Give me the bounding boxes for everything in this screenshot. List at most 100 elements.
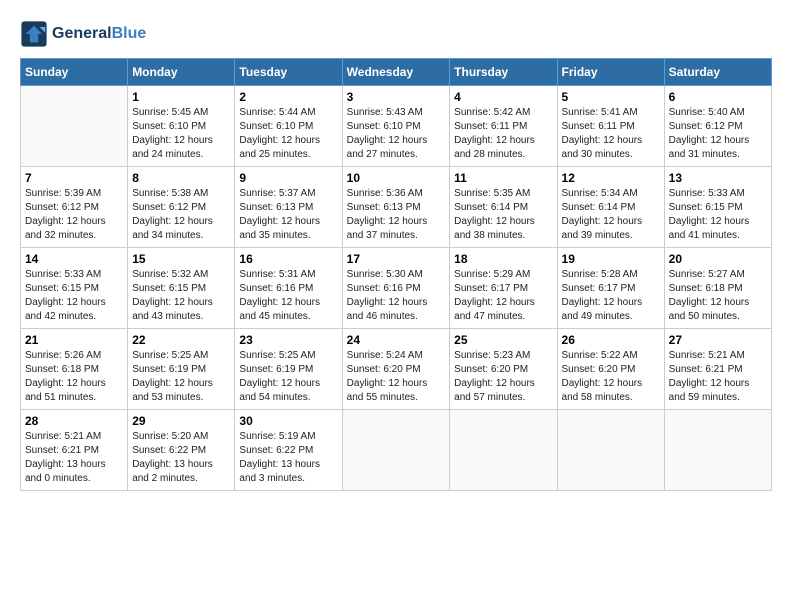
day-number: 10 — [347, 171, 446, 185]
day-info: Sunrise: 5:36 AMSunset: 6:13 PMDaylight:… — [347, 187, 446, 243]
day-cell: 9Sunrise: 5:37 AMSunset: 6:13 PMDaylight… — [235, 167, 342, 248]
day-number: 25 — [454, 333, 552, 347]
day-info: Sunrise: 5:33 AMSunset: 6:15 PMDaylight:… — [25, 268, 123, 324]
day-cell: 10 Sunrise: 5:36 AMSunset: 6:13 PMDayligh… — [342, 167, 450, 248]
day-cell: 2 Sunrise: 5:44 AMSunset: 6:10 PMDaylight… — [235, 86, 342, 167]
day-number: 18 — [454, 252, 552, 266]
day-number: 29 — [132, 414, 230, 428]
day-number: 1 — [132, 90, 230, 104]
header-friday: Friday — [557, 59, 664, 86]
day-info: Sunrise: 5:34 AMSunset: 6:14 PMDaylight:… — [562, 187, 660, 243]
day-cell: 3 Sunrise: 5:43 AMSunset: 6:10 PMDaylight… — [342, 86, 450, 167]
day-info: Sunrise: 5:44 AMSunset: 6:10 PMDaylight:… — [239, 106, 337, 162]
day-number: 28 — [25, 414, 123, 428]
day-number: 15 — [132, 252, 230, 266]
day-cell: 4 Sunrise: 5:42 AMSunset: 6:11 PMDaylight… — [450, 86, 557, 167]
day-number: 21 — [25, 333, 123, 347]
day-number: 12 — [562, 171, 660, 185]
day-info: Sunrise: 5:21 AMSunset: 6:21 PMDaylight:… — [25, 430, 123, 486]
header-saturday: Saturday — [664, 59, 771, 86]
day-info: Sunrise: 5:43 AMSunset: 6:10 PMDaylight:… — [347, 106, 446, 162]
day-cell: 23 Sunrise: 5:25 AMSunset: 6:19 PMDayligh… — [235, 329, 342, 410]
day-cell: 27 Sunrise: 5:21 AMSunset: 6:21 PMDayligh… — [664, 329, 771, 410]
day-info: Sunrise: 5:35 AMSunset: 6:14 PMDaylight:… — [454, 187, 552, 243]
day-cell: 17 Sunrise: 5:30 AMSunset: 6:16 PMDayligh… — [342, 248, 450, 329]
day-cell: 12 Sunrise: 5:34 AMSunset: 6:14 PMDayligh… — [557, 167, 664, 248]
day-info: Sunrise: 5:40 AMSunset: 6:12 PMDaylight:… — [669, 106, 767, 162]
day-number: 23 — [239, 333, 337, 347]
day-number: 20 — [669, 252, 767, 266]
day-info: Sunrise: 5:42 AMSunset: 6:11 PMDaylight:… — [454, 106, 552, 162]
week-row-5: 28 Sunrise: 5:21 AMSunset: 6:21 PMDayligh… — [21, 410, 772, 491]
day-number: 13 — [669, 171, 767, 185]
logo-text: GeneralBlue — [52, 25, 146, 43]
logo: GeneralBlue — [20, 20, 146, 48]
day-number: 7 — [25, 171, 123, 185]
day-number: 26 — [562, 333, 660, 347]
day-info: Sunrise: 5:21 AMSunset: 6:21 PMDaylight:… — [669, 349, 767, 405]
day-info: Sunrise: 5:32 AMSunset: 6:15 PMDaylight:… — [132, 268, 230, 324]
day-info: Sunrise: 5:31 AMSunset: 6:16 PMDaylight:… — [239, 268, 337, 324]
logo-icon — [20, 20, 48, 48]
day-number: 5 — [562, 90, 660, 104]
day-cell: 15 Sunrise: 5:32 AMSunset: 6:15 PMDayligh… — [128, 248, 235, 329]
day-number: 30 — [239, 414, 337, 428]
day-cell: 20 Sunrise: 5:27 AMSunset: 6:18 PMDayligh… — [664, 248, 771, 329]
day-cell: 6 Sunrise: 5:40 AMSunset: 6:12 PMDaylight… — [664, 86, 771, 167]
day-info: Sunrise: 5:19 AMSunset: 6:22 PMDaylight:… — [239, 430, 337, 486]
day-info: Sunrise: 5:29 AMSunset: 6:17 PMDaylight:… — [454, 268, 552, 324]
day-number: 19 — [562, 252, 660, 266]
day-cell: 26 Sunrise: 5:22 AMSunset: 6:20 PMDayligh… — [557, 329, 664, 410]
day-cell — [664, 410, 771, 491]
day-info: Sunrise: 5:41 AMSunset: 6:11 PMDaylight:… — [562, 106, 660, 162]
day-number: 2 — [239, 90, 337, 104]
day-number: 8 — [132, 171, 230, 185]
day-cell: 22Sunrise: 5:25 AMSunset: 6:19 PMDayligh… — [128, 329, 235, 410]
day-cell: 1Sunrise: 5:45 AMSunset: 6:10 PMDaylight… — [128, 86, 235, 167]
header-sunday: Sunday — [21, 59, 128, 86]
day-cell — [557, 410, 664, 491]
week-row-2: 7 Sunrise: 5:39 AMSunset: 6:12 PMDaylight… — [21, 167, 772, 248]
day-cell: 11 Sunrise: 5:35 AMSunset: 6:14 PMDayligh… — [450, 167, 557, 248]
day-cell: 16 Sunrise: 5:31 AMSunset: 6:16 PMDayligh… — [235, 248, 342, 329]
day-cell: 7 Sunrise: 5:39 AMSunset: 6:12 PMDaylight… — [21, 167, 128, 248]
day-number: 3 — [347, 90, 446, 104]
header-monday: Monday — [128, 59, 235, 86]
day-info: Sunrise: 5:22 AMSunset: 6:20 PMDaylight:… — [562, 349, 660, 405]
day-number: 27 — [669, 333, 767, 347]
day-cell: 18 Sunrise: 5:29 AMSunset: 6:17 PMDayligh… — [450, 248, 557, 329]
day-info: Sunrise: 5:27 AMSunset: 6:18 PMDaylight:… — [669, 268, 767, 324]
header-wednesday: Wednesday — [342, 59, 450, 86]
day-number: 14 — [25, 252, 123, 266]
day-number: 4 — [454, 90, 552, 104]
day-cell: 8Sunrise: 5:38 AMSunset: 6:12 PMDaylight… — [128, 167, 235, 248]
day-info: Sunrise: 5:24 AMSunset: 6:20 PMDaylight:… — [347, 349, 446, 405]
day-cell: 21 Sunrise: 5:26 AMSunset: 6:18 PMDayligh… — [21, 329, 128, 410]
day-info: Sunrise: 5:25 AMSunset: 6:19 PMDaylight:… — [132, 349, 230, 405]
calendar-table: SundayMondayTuesdayWednesdayThursdayFrid… — [20, 58, 772, 491]
week-row-3: 14 Sunrise: 5:33 AMSunset: 6:15 PMDayligh… — [21, 248, 772, 329]
header-tuesday: Tuesday — [235, 59, 342, 86]
day-number: 11 — [454, 171, 552, 185]
day-info: Sunrise: 5:39 AMSunset: 6:12 PMDaylight:… — [25, 187, 123, 243]
day-cell: 28 Sunrise: 5:21 AMSunset: 6:21 PMDayligh… — [21, 410, 128, 491]
week-row-4: 21 Sunrise: 5:26 AMSunset: 6:18 PMDayligh… — [21, 329, 772, 410]
day-number: 16 — [239, 252, 337, 266]
calendar-header-row: SundayMondayTuesdayWednesdayThursdayFrid… — [21, 59, 772, 86]
day-cell: 30 Sunrise: 5:19 AMSunset: 6:22 PMDayligh… — [235, 410, 342, 491]
day-cell — [342, 410, 450, 491]
day-cell — [21, 86, 128, 167]
day-cell: 14 Sunrise: 5:33 AMSunset: 6:15 PMDayligh… — [21, 248, 128, 329]
day-cell: 13Sunrise: 5:33 AMSunset: 6:15 PMDayligh… — [664, 167, 771, 248]
day-info: Sunrise: 5:26 AMSunset: 6:18 PMDaylight:… — [25, 349, 123, 405]
day-cell: 29 Sunrise: 5:20 AMSunset: 6:22 PMDayligh… — [128, 410, 235, 491]
day-info: Sunrise: 5:20 AMSunset: 6:22 PMDaylight:… — [132, 430, 230, 486]
day-number: 6 — [669, 90, 767, 104]
header-thursday: Thursday — [450, 59, 557, 86]
day-info: Sunrise: 5:28 AMSunset: 6:17 PMDaylight:… — [562, 268, 660, 324]
day-cell — [450, 410, 557, 491]
day-number: 17 — [347, 252, 446, 266]
day-info: Sunrise: 5:30 AMSunset: 6:16 PMDaylight:… — [347, 268, 446, 324]
day-cell: 5 Sunrise: 5:41 AMSunset: 6:11 PMDaylight… — [557, 86, 664, 167]
day-info: Sunrise: 5:25 AMSunset: 6:19 PMDaylight:… — [239, 349, 337, 405]
